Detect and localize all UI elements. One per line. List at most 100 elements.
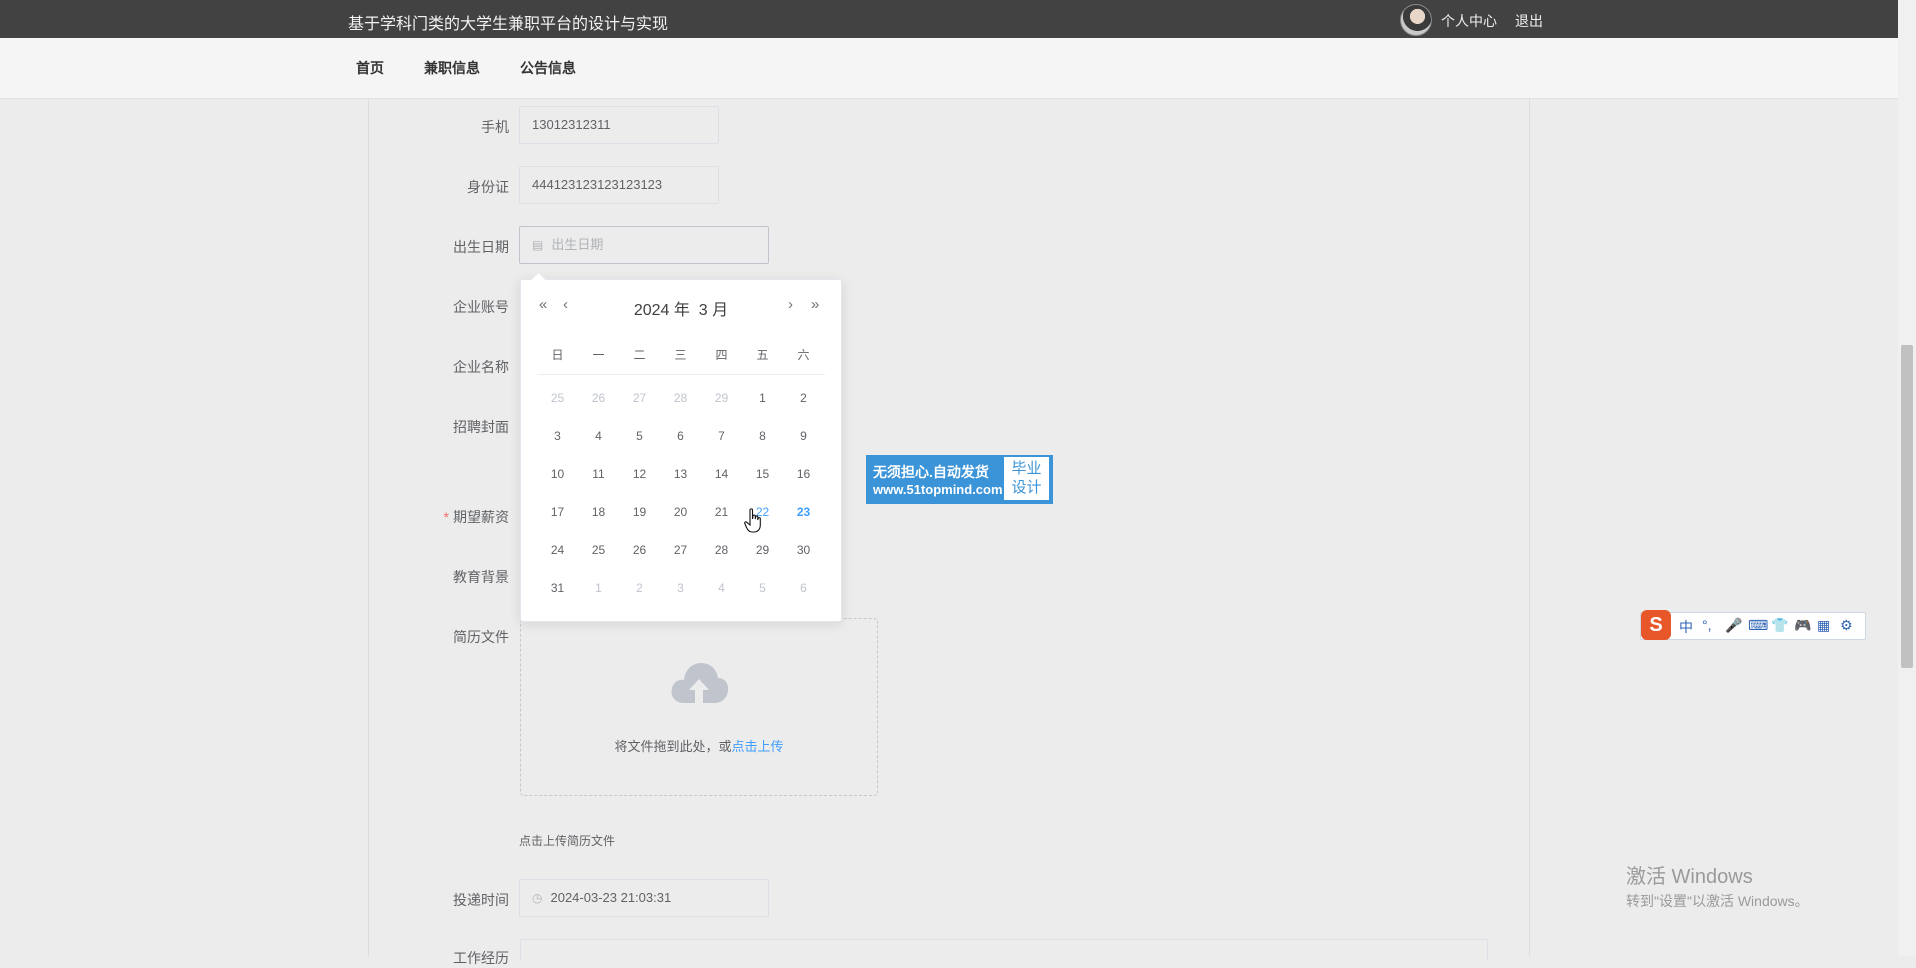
year-label[interactable]: 2024 年 <box>634 302 690 319</box>
ime-voice-icon[interactable]: 🎤 <box>1725 617 1742 634</box>
calendar-day-cell[interactable]: 1 <box>742 391 783 405</box>
calendar-header: 2024 年 3 月 <box>521 296 841 320</box>
cloud-upload-icon <box>671 663 729 703</box>
month-label[interactable]: 3 月 <box>699 302 728 319</box>
calendar-day-cell[interactable]: 31 <box>537 581 578 595</box>
calendar-day-cell[interactable]: 21 <box>701 505 742 519</box>
ime-toolbar: S 中 °, 🎤 ⌨ 👕 🎮 ▦ ⚙ <box>1640 610 1866 640</box>
calendar-day-cell[interactable]: 11 <box>578 467 619 481</box>
calendar-day-cell[interactable]: 20 <box>660 505 701 519</box>
page-scrollbar[interactable] <box>1898 0 1916 956</box>
phone-input[interactable]: 13012312311 <box>519 106 719 144</box>
birthday-date-picker[interactable]: ▤ 出生日期 <box>519 226 769 264</box>
calendar-day-cell[interactable]: 26 <box>619 543 660 557</box>
calendar-day-cell[interactable]: 9 <box>783 429 824 443</box>
user-avatar[interactable] <box>1400 4 1432 36</box>
nav-notices[interactable]: 公告信息 <box>520 58 576 78</box>
calendar-day-cell[interactable]: 14 <box>701 467 742 481</box>
submit-time-value: 2024-03-23 21:03:31 <box>550 890 672 905</box>
calendar-day-cell[interactable]: 28 <box>660 391 701 405</box>
calendar-day-cell[interactable]: 25 <box>578 543 619 557</box>
sogou-logo-icon[interactable]: S <box>1641 610 1671 640</box>
calendar-day-cell[interactable]: 2 <box>619 581 660 595</box>
hand-cursor-icon <box>744 508 761 533</box>
activation-line2: 转到"设置"以激活 Windows。 <box>1626 893 1809 909</box>
phone-label: 手机 <box>481 119 509 135</box>
next-year-button[interactable]: » <box>811 296 819 313</box>
weekday-header-cell: 一 <box>592 348 605 362</box>
watermark-right1: 毕业 <box>1011 460 1042 477</box>
weekday-header-cell: 二 <box>633 348 646 362</box>
weekday-header-cell: 日 <box>551 348 564 362</box>
ime-punctuation-icon[interactable]: °, <box>1702 617 1712 633</box>
logout-link[interactable]: 退出 <box>1515 11 1543 31</box>
nav-home[interactable]: 首页 <box>356 58 384 78</box>
resume-uploader[interactable]: 将文件拖到此处，或点击上传 <box>520 618 878 796</box>
clock-icon: ◷ <box>532 891 543 905</box>
calendar-day-cell[interactable]: 15 <box>742 467 783 481</box>
calendar-day-cell[interactable]: 26 <box>578 391 619 405</box>
calendar-day-cell[interactable]: 12 <box>619 467 660 481</box>
submit-time-picker[interactable]: ◷ 2024-03-23 21:03:31 <box>519 879 769 917</box>
calendar-day-cell[interactable]: 4 <box>578 429 619 443</box>
resume-label: 简历文件 <box>453 629 509 645</box>
calendar-day-cell[interactable]: 6 <box>783 581 824 595</box>
calendar-day-cell[interactable]: 8 <box>742 429 783 443</box>
id-card-value: 444123123123123123 <box>532 177 663 192</box>
company-name-label: 企业名称 <box>453 359 509 375</box>
ime-toolbox-icon[interactable]: ▦ <box>1817 617 1830 634</box>
calendar-day-cell[interactable]: 18 <box>578 505 619 519</box>
calendar-day-cell[interactable]: 6 <box>660 429 701 443</box>
work-exp-textarea[interactable] <box>520 939 1488 960</box>
calendar-day-cell[interactable]: 4 <box>701 581 742 595</box>
calendar-day-cell[interactable]: 30 <box>783 543 824 557</box>
calendar-day-cell[interactable]: 3 <box>660 581 701 595</box>
ime-game-icon[interactable]: 🎮 <box>1794 617 1811 634</box>
calendar-day-cell[interactable]: 27 <box>619 391 660 405</box>
upload-click-link[interactable]: 点击上传 <box>732 739 784 754</box>
ime-keyboard-icon[interactable]: ⌨ <box>1748 617 1768 634</box>
calendar-day-cell[interactable]: 17 <box>537 505 578 519</box>
watermark-line2: www.51topmind.com <box>873 482 1003 497</box>
phone-value: 13012312311 <box>532 117 611 132</box>
watermark-right2: 设计 <box>1011 479 1042 496</box>
top-bar: 基于学科门类的大学生兼职平台的设计与实现 个人中心 退出 <box>0 0 1916 38</box>
calendar-day-cell[interactable]: 27 <box>660 543 701 557</box>
calendar-day-cell[interactable]: 2 <box>783 391 824 405</box>
windows-activation-notice: 激活 Windows 转到"设置"以激活 Windows。 <box>1626 860 1809 911</box>
ime-skin-icon[interactable]: 👕 <box>1771 617 1788 634</box>
calendar-day-cell[interactable]: 5 <box>742 581 783 595</box>
next-month-button[interactable]: › <box>788 296 793 313</box>
calendar-day-cell[interactable]: 16 <box>783 467 824 481</box>
calendar-day-cell[interactable]: 25 <box>537 391 578 405</box>
watermark-left: 无须担心.自动发货 www.51topmind.com <box>868 457 1003 502</box>
calendar-day-cell[interactable]: 10 <box>537 467 578 481</box>
scrollbar-thumb[interactable] <box>1901 345 1913 668</box>
calendar-day-cell[interactable]: 13 <box>660 467 701 481</box>
resume-hint: 点击上传简历文件 <box>519 834 616 848</box>
calendar-day-cell[interactable]: 23 <box>783 505 824 519</box>
calendar-day-cell[interactable]: 3 <box>537 429 578 443</box>
calendar-day-cell[interactable]: 5 <box>619 429 660 443</box>
calendar-day-cell[interactable]: 29 <box>742 543 783 557</box>
calendar-day-cell[interactable]: 1 <box>578 581 619 595</box>
site-title: 基于学科门类的大学生兼职平台的设计与实现 <box>348 16 669 33</box>
weekday-header-cell: 五 <box>756 348 769 362</box>
watermark-right: 毕业 设计 <box>1004 457 1049 500</box>
calendar-day-cell[interactable]: 24 <box>537 543 578 557</box>
upload-drag-text: 将文件拖到此处，或 <box>614 739 732 754</box>
calendar-day-cell[interactable]: 19 <box>619 505 660 519</box>
calendar-day-cell[interactable]: 29 <box>701 391 742 405</box>
education-label: 教育背景 <box>453 569 509 585</box>
ime-settings-icon[interactable]: ⚙ <box>1840 617 1853 634</box>
calendar-day-cell[interactable]: 7 <box>701 429 742 443</box>
nav-jobs[interactable]: 兼职信息 <box>424 58 480 78</box>
ime-chinese-mode-icon[interactable]: 中 <box>1679 617 1693 637</box>
weekday-header-cell: 六 <box>797 348 810 362</box>
watermark-ad: 无须担心.自动发货 www.51topmind.com 毕业 设计 <box>866 455 1053 504</box>
calendar-day-cell[interactable]: 28 <box>701 543 742 557</box>
user-center-link[interactable]: 个人中心 <box>1441 11 1497 31</box>
birthday-label: 出生日期 <box>453 239 509 255</box>
id-card-input[interactable]: 444123123123123123 <box>519 166 719 204</box>
cover-label: 招聘封面 <box>453 419 509 435</box>
